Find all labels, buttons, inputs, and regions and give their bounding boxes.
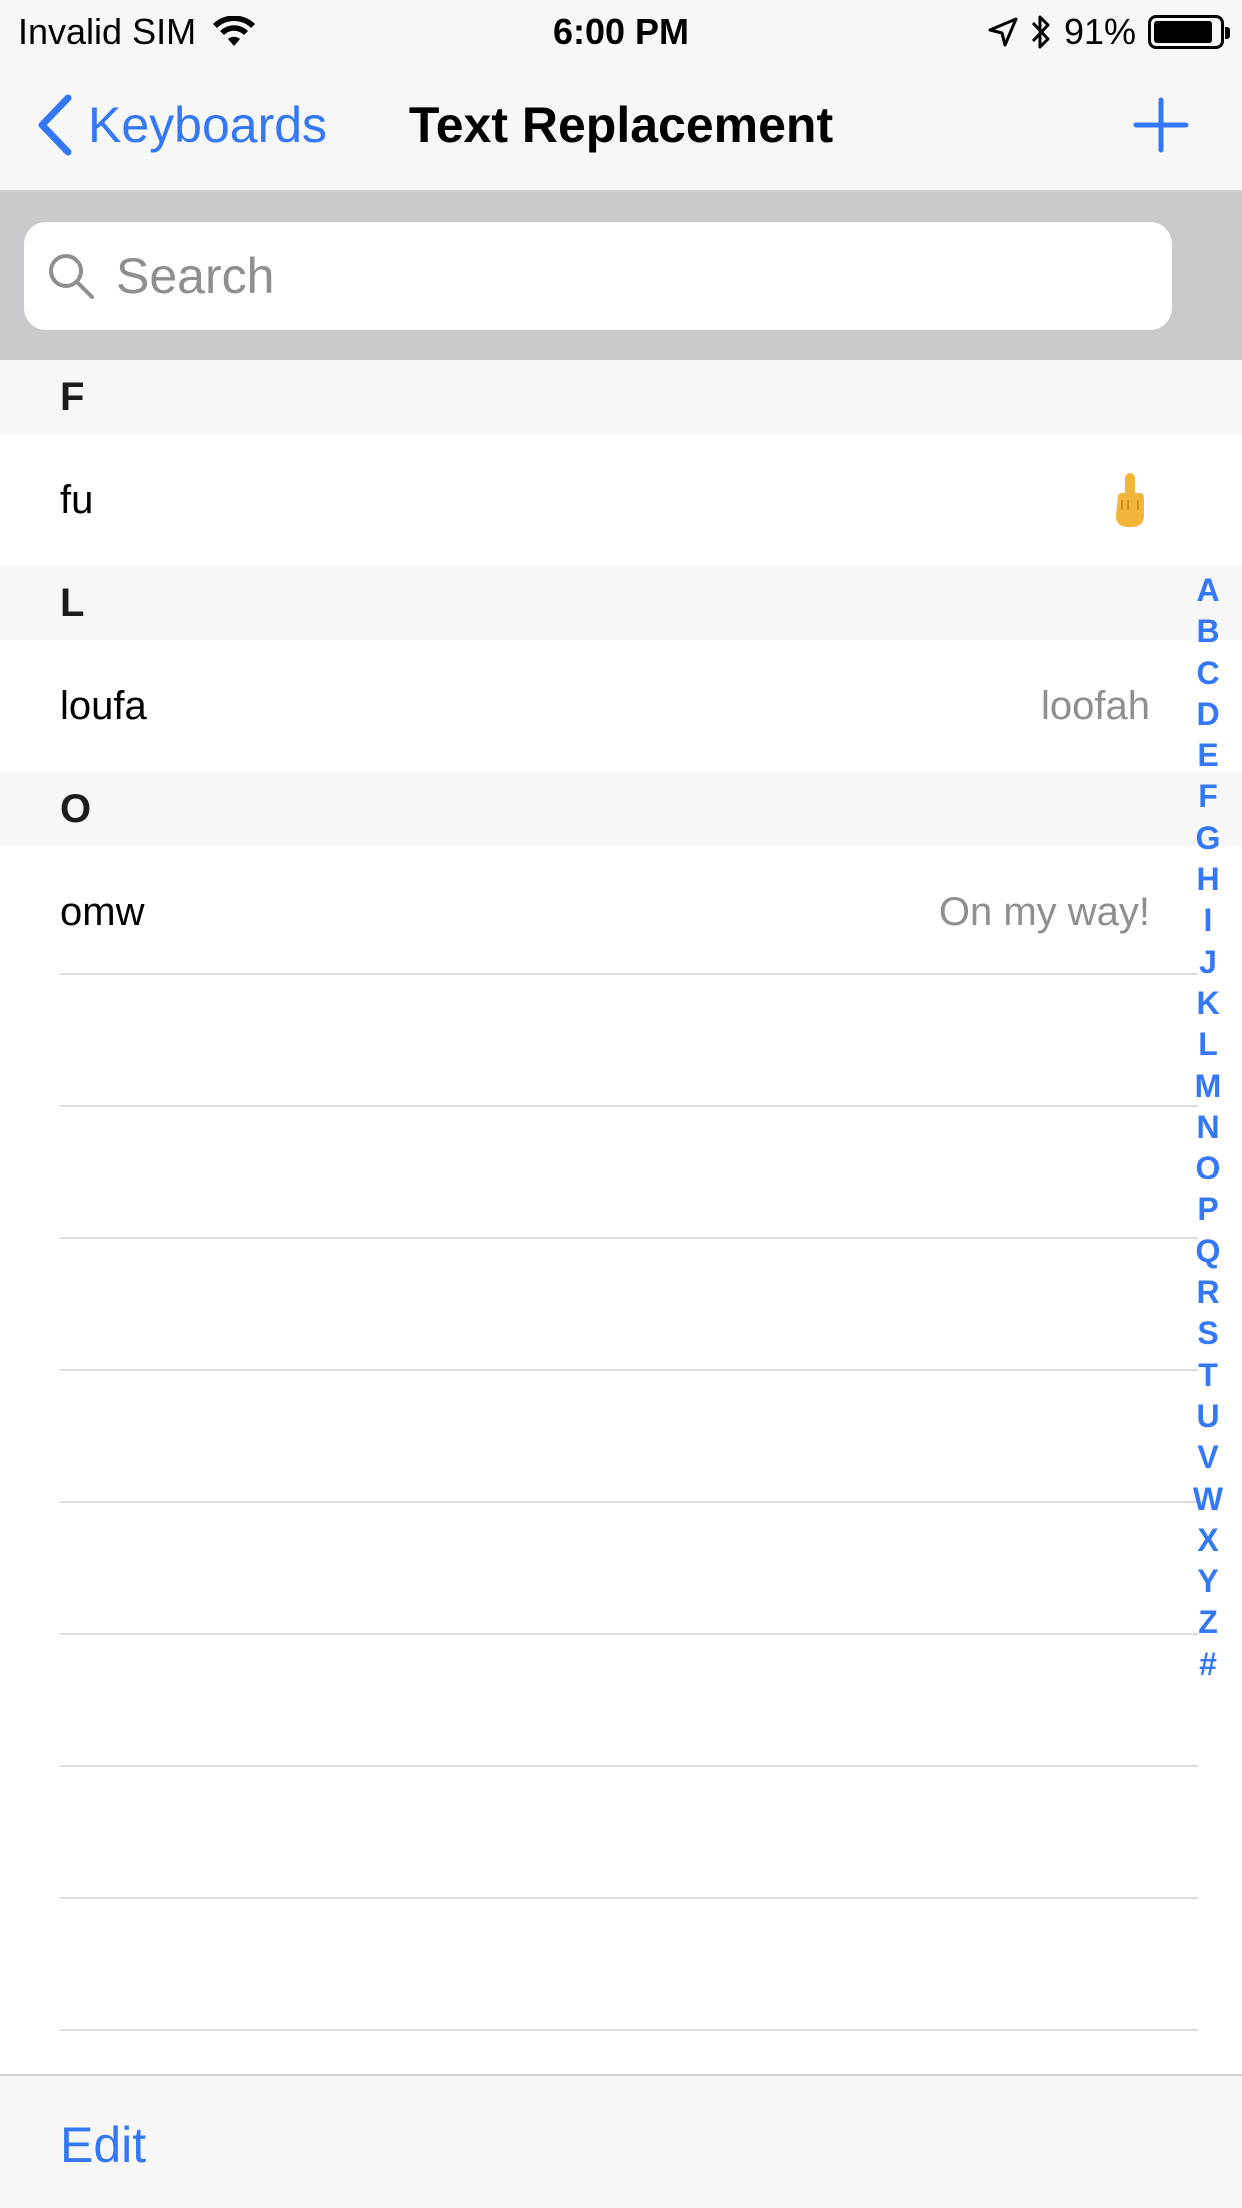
index-letter-s[interactable]: S <box>1197 1313 1218 1354</box>
empty-row <box>60 1765 1198 1897</box>
index-letter-j[interactable]: J <box>1199 942 1217 983</box>
index-letter-u[interactable]: U <box>1196 1396 1219 1437</box>
index-letter-b[interactable]: B <box>1196 611 1219 652</box>
search-box[interactable] <box>24 222 1172 330</box>
bottom-toolbar: Edit <box>0 2074 1242 2208</box>
navigation-bar: Keyboards Text Replacement <box>0 62 1242 192</box>
empty-row <box>60 1369 1198 1501</box>
index-letter-e[interactable]: E <box>1197 735 1218 776</box>
index-letter-o[interactable]: O <box>1196 1148 1221 1189</box>
empty-row <box>60 1633 1198 1765</box>
section-header-l: L <box>0 566 1242 640</box>
index-letter-m[interactable]: M <box>1195 1066 1222 1107</box>
index-letter-p[interactable]: P <box>1197 1189 1218 1230</box>
phrase-label: loofah <box>1041 683 1150 728</box>
index-letter-y[interactable]: Y <box>1197 1561 1218 1602</box>
phrase-label: On my way! <box>938 889 1150 934</box>
empty-row <box>60 973 1198 1105</box>
index-letter-c[interactable]: C <box>1196 653 1219 694</box>
shortcut-label: fu <box>60 477 94 522</box>
list-item-fu[interactable]: fu <box>0 434 1242 566</box>
index-letter-t[interactable]: T <box>1198 1355 1218 1396</box>
page-title: Text Replacement <box>408 97 834 153</box>
index-letter-r[interactable]: R <box>1196 1272 1219 1313</box>
index-letter-a[interactable]: A <box>1196 570 1219 611</box>
search-area <box>0 192 1242 360</box>
index-letter-f[interactable]: F <box>1198 776 1218 817</box>
index-letter-l[interactable]: L <box>1198 1024 1218 1065</box>
battery-fill <box>1154 21 1213 43</box>
index-letter-w[interactable]: W <box>1193 1479 1223 1520</box>
index-letter-g[interactable]: G <box>1196 818 1221 859</box>
empty-row <box>60 1897 1198 2029</box>
empty-rows <box>0 973 1242 2031</box>
status-bar: Invalid SIM 6:00 PM 91% <box>0 0 1242 62</box>
index-letter-hash[interactable]: # <box>1199 1644 1217 1685</box>
battery-icon <box>1148 15 1230 49</box>
index-letter-i[interactable]: I <box>1204 900 1213 941</box>
index-letter-z[interactable]: Z <box>1198 1602 1218 1643</box>
section-header-f: F <box>0 360 1242 434</box>
index-letter-v[interactable]: V <box>1197 1437 1218 1478</box>
shortcut-label: omw <box>60 889 145 934</box>
search-input[interactable] <box>116 247 1116 305</box>
index-letter-h[interactable]: H <box>1196 859 1219 900</box>
battery-percent: 91% <box>1063 11 1136 52</box>
shortcut-label: loufa <box>60 683 147 728</box>
list-item-loufa[interactable]: loufa loofah <box>0 640 1242 772</box>
section-header-o: O <box>0 772 1242 846</box>
index-letter-k[interactable]: K <box>1196 983 1219 1024</box>
text-replacement-list: F fu L loufa loofah O omw On my way! <box>0 360 1242 978</box>
plus-icon[interactable] <box>1132 96 1190 154</box>
empty-row <box>60 1501 1198 1633</box>
status-right: 91% <box>976 10 1230 54</box>
index-letter-d[interactable]: D <box>1196 694 1219 735</box>
bluetooth-icon <box>1031 15 1050 49</box>
search-icon <box>49 254 94 299</box>
index-letter-q[interactable]: Q <box>1196 1231 1221 1272</box>
index-letter-x[interactable]: X <box>1197 1520 1218 1561</box>
middle-finger-emoji-icon <box>1116 473 1144 527</box>
empty-row <box>60 2029 1198 2031</box>
edit-button[interactable]: Edit <box>60 2116 146 2174</box>
list-item-omw[interactable]: omw On my way! <box>0 846 1242 978</box>
section-index-bar[interactable]: A B C D E F G H I J K L M N O P Q R S T U V W X Y Z # <box>1186 570 1230 1685</box>
empty-row <box>60 1105 1198 1237</box>
empty-row <box>60 1237 1198 1369</box>
location-arrow-icon <box>988 17 1018 47</box>
index-letter-n[interactable]: N <box>1196 1107 1219 1148</box>
